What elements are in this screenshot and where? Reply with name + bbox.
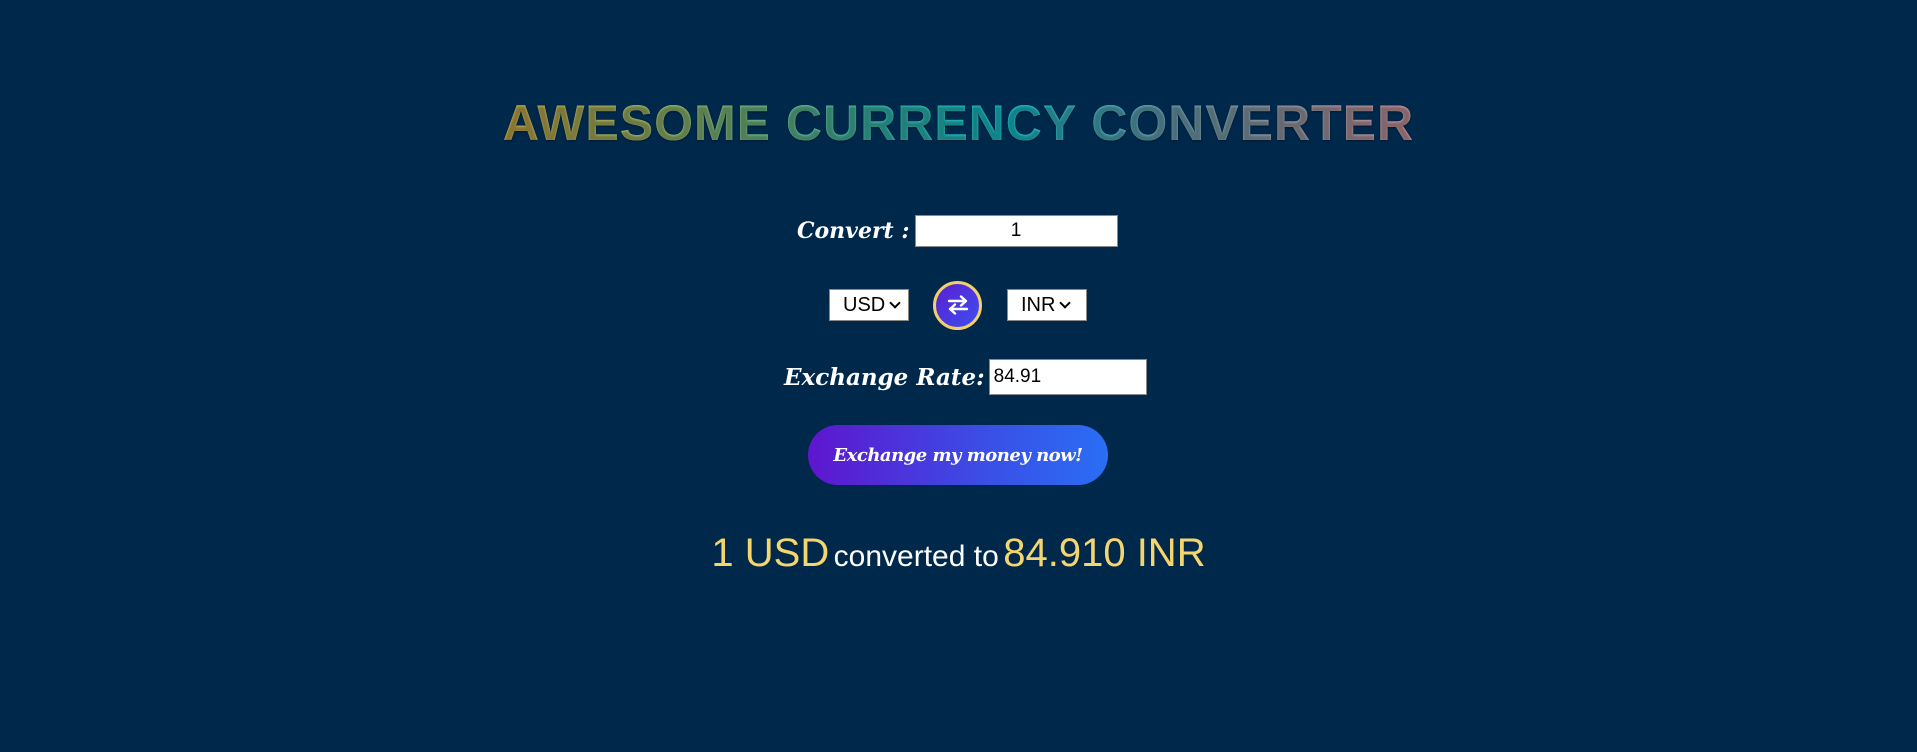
page-title: AWESOME CURRENCY CONVERTER: [0, 96, 1917, 150]
currency-converter-page: AWESOME CURRENCY CONVERTER Convert : USD…: [0, 0, 1917, 752]
from-currency-select[interactable]: USD: [829, 289, 909, 321]
to-currency-value: INR: [1021, 293, 1056, 316]
swap-button[interactable]: [933, 280, 982, 330]
result-to-amount: 84.910 INR: [1003, 531, 1206, 575]
currency-row: USD INR: [829, 280, 1087, 330]
exchange-button[interactable]: Exchange my money now!: [808, 425, 1108, 485]
exchange-rate-label: Exchange Rate:: [784, 363, 985, 391]
conversion-result: 1 USD converted to 84.910 INR: [0, 531, 1917, 576]
convert-row: Convert :: [797, 213, 1118, 249]
page-title-text: AWESOME CURRENCY CONVERTER: [502, 95, 1415, 151]
from-currency-value: USD: [843, 293, 886, 316]
convert-label: Convert :: [797, 218, 910, 244]
chevron-down-icon: [1059, 296, 1072, 309]
exchange-rate-input[interactable]: [988, 359, 1147, 395]
amount-input[interactable]: [914, 215, 1118, 247]
to-currency-select[interactable]: INR: [1007, 289, 1087, 321]
result-from-amount: 1 USD: [711, 531, 830, 575]
chevron-down-icon: [889, 296, 901, 309]
result-connector: converted to: [833, 540, 999, 573]
exchange-rate-row: Exchange Rate:: [784, 358, 1147, 396]
swap-arrows-icon: [947, 295, 968, 315]
